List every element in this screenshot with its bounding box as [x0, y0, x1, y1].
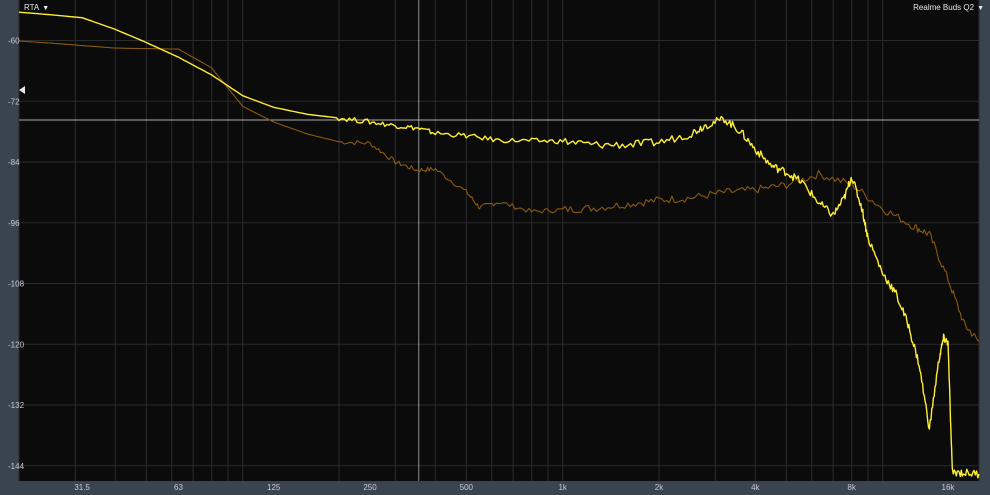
rta-chart: -60 -72 -84 -96 -108 -120 -132 -144 31.5 63 125 250…: [8, 0, 980, 492]
reference-level-handle-icon[interactable]: [19, 86, 25, 94]
rta-dropdown-label: RTA: [24, 3, 40, 12]
x-tick-label: 1k: [558, 483, 567, 492]
rta-dropdown[interactable]: RTA ▼: [24, 2, 49, 14]
y-tick-label: -144: [8, 462, 25, 471]
x-tick-label: 8k: [847, 483, 856, 492]
y-tick-label: -72: [8, 97, 20, 106]
y-tick-label: -84: [8, 158, 20, 167]
caret-down-icon: ▼: [977, 5, 984, 12]
device-dropdown-label: Realme Buds Q2: [913, 3, 975, 12]
x-tick-label: 2k: [655, 483, 664, 492]
x-tick-label: 4k: [751, 483, 760, 492]
top-bar: RTA ▼ Realme Buds Q2 ▼: [0, 0, 990, 16]
y-tick-label: -60: [8, 37, 20, 46]
x-tick-label: 500: [460, 483, 474, 492]
x-tick-label: 31.5: [74, 483, 90, 492]
x-tick-label: 250: [363, 483, 377, 492]
device-dropdown[interactable]: Realme Buds Q2 ▼: [913, 2, 984, 14]
y-tick-label: -108: [8, 280, 25, 289]
y-tick-label: -132: [8, 401, 25, 410]
x-tick-label: 125: [267, 483, 281, 492]
caret-down-icon: ▼: [42, 5, 50, 12]
x-tick-label: 16k: [942, 483, 956, 492]
y-tick-label: -120: [8, 340, 25, 349]
plot-area: [19, 0, 979, 481]
x-tick-label: 63: [174, 483, 183, 492]
y-tick-label: -96: [8, 219, 20, 228]
rta-window: -60 -72 -84 -96 -108 -120 -132 -144 31.5 63 125 250…: [0, 0, 990, 495]
